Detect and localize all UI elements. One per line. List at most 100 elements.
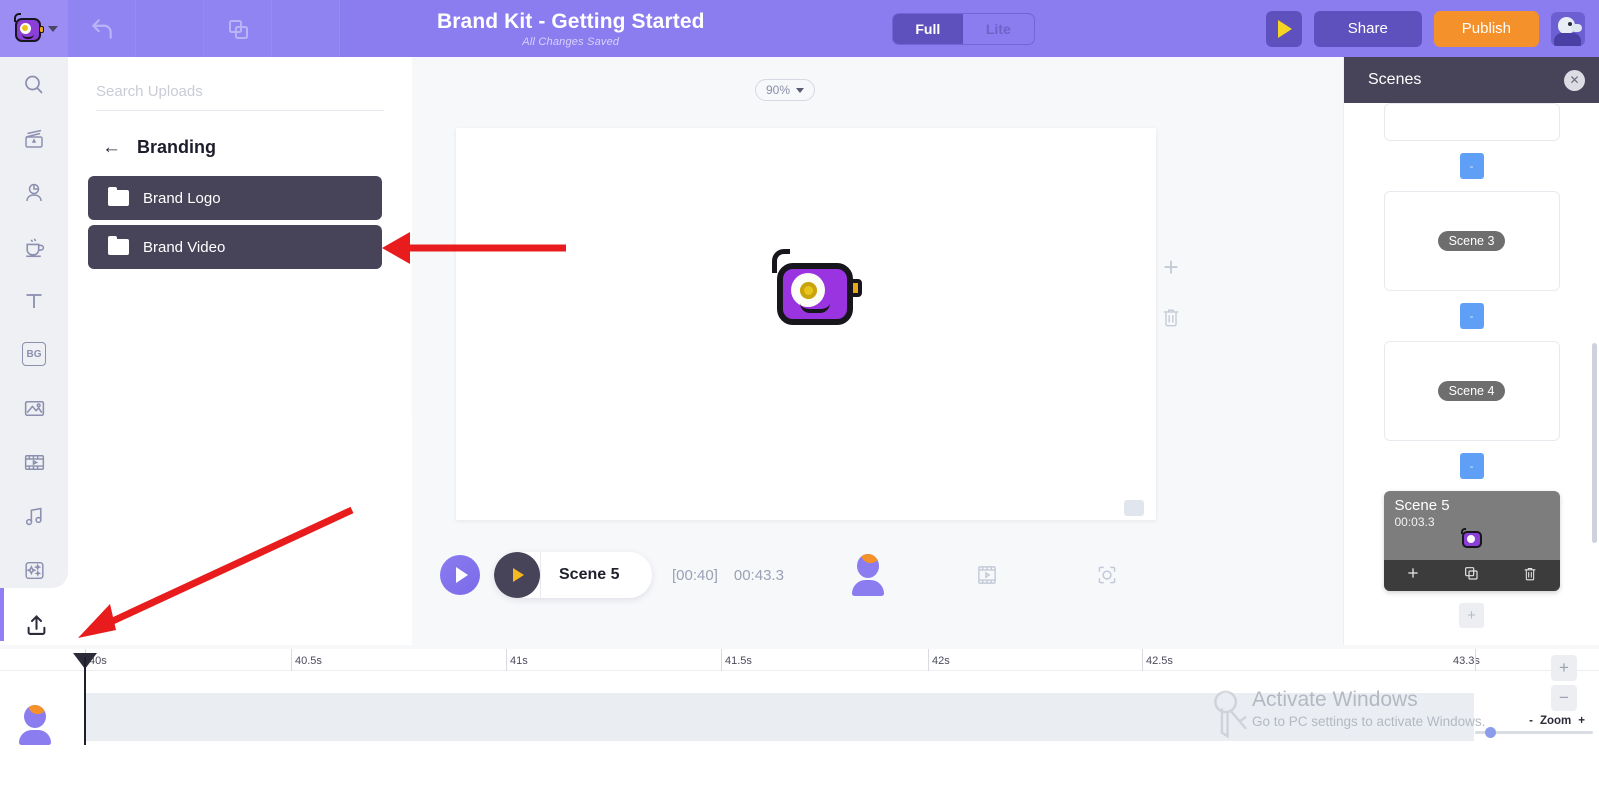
project-title-block: Brand Kit - Getting Started All Changes … bbox=[437, 9, 705, 49]
delete-element-button[interactable] bbox=[1147, 293, 1195, 341]
add-element-button[interactable]: + bbox=[1147, 243, 1195, 291]
back-arrow-icon[interactable]: ← bbox=[102, 138, 121, 157]
scene-play-button[interactable] bbox=[494, 552, 540, 598]
publish-button[interactable]: Publish bbox=[1433, 10, 1539, 47]
save-status: All Changes Saved bbox=[522, 35, 620, 48]
scene-card-5[interactable]: Scene 5 00:03.3 bbox=[1383, 491, 1560, 591]
canvas-zoom-value: 90% bbox=[765, 83, 791, 97]
play-icon bbox=[513, 568, 524, 582]
timeline-ruler[interactable]: 40s 40.5s 41s 41.5s 42s 42.5s 43.3s bbox=[0, 649, 1599, 671]
focus-frame-icon bbox=[1098, 566, 1116, 584]
canvas[interactable] bbox=[456, 128, 1156, 520]
transition-button[interactable]: - bbox=[1459, 453, 1484, 479]
chevron-down-icon[interactable] bbox=[47, 25, 58, 32]
scene-card-partial[interactable] bbox=[1383, 103, 1560, 141]
list-item-brand-logo[interactable]: Brand Logo bbox=[88, 176, 382, 220]
zoom-in-button[interactable]: + bbox=[1551, 655, 1577, 681]
ruler-tick: 41s bbox=[506, 649, 528, 671]
sidebar-item-props[interactable] bbox=[12, 229, 56, 265]
play-icon bbox=[456, 567, 468, 583]
sidebar-item-background[interactable]: BG bbox=[12, 337, 56, 373]
zoom-plus-label[interactable]: + bbox=[1578, 715, 1585, 727]
ruler-tick: 41.5s bbox=[721, 649, 752, 671]
sidebar-item-effects[interactable] bbox=[12, 552, 56, 588]
breadcrumb: ← Branding bbox=[102, 137, 412, 158]
props-icon bbox=[25, 238, 44, 258]
filmstrip-button[interactable] bbox=[974, 562, 1000, 588]
spacer-button-1 bbox=[136, 0, 204, 57]
scene-label: Scene 4 bbox=[1437, 381, 1506, 401]
duplicate-button[interactable] bbox=[204, 0, 272, 57]
canvas-character[interactable] bbox=[764, 247, 864, 329]
filmstrip-icon bbox=[978, 566, 996, 584]
image-icon bbox=[24, 400, 44, 416]
scene-card-3[interactable]: Scene 3 bbox=[1383, 191, 1560, 291]
brand-logo-button[interactable] bbox=[0, 0, 68, 57]
tab-full[interactable]: Full bbox=[892, 13, 964, 44]
sidebar-item-search[interactable] bbox=[12, 67, 56, 103]
background-icon: BG bbox=[22, 342, 46, 367]
duplicate-scene-icon[interactable] bbox=[1463, 565, 1479, 586]
undo-button[interactable] bbox=[68, 0, 136, 57]
sidebar-item-music[interactable] bbox=[12, 498, 56, 534]
scene-label: Scene 3 bbox=[1437, 231, 1506, 251]
timeline: 40s 40.5s 41s 41.5s 42s 42.5s 43.3s + − … bbox=[0, 641, 1599, 786]
transition-button[interactable]: - bbox=[1459, 303, 1484, 329]
preview-button[interactable] bbox=[1265, 10, 1302, 47]
mascot-logo-icon bbox=[11, 12, 45, 46]
sidebar-item-templates[interactable] bbox=[12, 121, 56, 157]
current-scene-chip[interactable]: Scene 5 bbox=[494, 552, 652, 598]
sidebar-item-images[interactable] bbox=[12, 390, 56, 426]
effects-icon bbox=[24, 561, 44, 579]
zoom-out-button[interactable]: − bbox=[1551, 685, 1577, 711]
playhead-line bbox=[84, 657, 86, 745]
zoom-slider[interactable] bbox=[1475, 727, 1593, 738]
character-avatar-button[interactable] bbox=[850, 554, 886, 596]
music-icon bbox=[25, 507, 42, 525]
timeline-track[interactable] bbox=[85, 693, 1474, 741]
current-time: 00:43.3 bbox=[733, 566, 784, 584]
delete-scene-icon[interactable] bbox=[1522, 565, 1538, 587]
scrollbar[interactable] bbox=[1592, 343, 1597, 543]
playback-bar: Scene 5 [00:40] 00:43.3 bbox=[412, 535, 1343, 615]
text-icon bbox=[26, 293, 42, 308]
play-button[interactable] bbox=[440, 555, 480, 595]
ruler-tick: 42s bbox=[928, 649, 950, 671]
add-scene-button[interactable]: + bbox=[1459, 603, 1484, 628]
account-avatar[interactable] bbox=[1551, 11, 1585, 46]
folder-title: Branding bbox=[137, 137, 216, 157]
tab-lite[interactable]: Lite bbox=[963, 14, 1034, 44]
canvas-zoom-selector[interactable]: 90% bbox=[755, 79, 815, 101]
search-row bbox=[96, 83, 384, 111]
timeline-zoom-controls: + − - Zoom + bbox=[1475, 655, 1593, 738]
canvas-watermark-badge bbox=[1124, 500, 1144, 516]
search-input[interactable] bbox=[96, 83, 384, 100]
focus-frame-button[interactable] bbox=[1094, 562, 1120, 588]
sidebar-item-text[interactable] bbox=[12, 283, 56, 319]
header-actions: Share Publish bbox=[1265, 0, 1585, 57]
upload-icon bbox=[27, 614, 45, 635]
zoom-minus-label[interactable]: - bbox=[1529, 715, 1533, 727]
share-button[interactable]: Share bbox=[1313, 10, 1422, 47]
page-title: Brand Kit - Getting Started bbox=[437, 9, 705, 33]
zoom-slider-knob[interactable] bbox=[1485, 727, 1496, 738]
scenes-list[interactable]: - Scene 3 - Scene 4 - Scene 5 00:03.3 + bbox=[1344, 103, 1599, 645]
sidebar-item-characters[interactable] bbox=[12, 175, 56, 211]
sidebar-item-video[interactable] bbox=[12, 444, 56, 480]
close-icon[interactable]: ✕ bbox=[1564, 69, 1585, 91]
scene-label: Scene 5 bbox=[1394, 497, 1450, 514]
scene-duration: 00:03.3 bbox=[1394, 515, 1435, 529]
transition-button[interactable]: - bbox=[1459, 153, 1484, 179]
scene-actions bbox=[1383, 560, 1560, 591]
zoom-slider-row: - Zoom + bbox=[1475, 715, 1585, 727]
folder-icon bbox=[108, 187, 129, 206]
track-character-avatar[interactable] bbox=[18, 705, 52, 745]
scene-thumbnail bbox=[1459, 527, 1485, 549]
scenes-header: Scenes ✕ bbox=[1344, 57, 1599, 103]
list-item-brand-video[interactable]: Brand Video bbox=[88, 225, 382, 269]
mode-toggle[interactable]: Full Lite bbox=[891, 12, 1035, 45]
add-scene-icon[interactable] bbox=[1405, 565, 1421, 586]
scene-card-4[interactable]: Scene 4 bbox=[1383, 341, 1560, 441]
character-icon bbox=[26, 183, 42, 201]
folder-label: Brand Logo bbox=[143, 189, 221, 207]
